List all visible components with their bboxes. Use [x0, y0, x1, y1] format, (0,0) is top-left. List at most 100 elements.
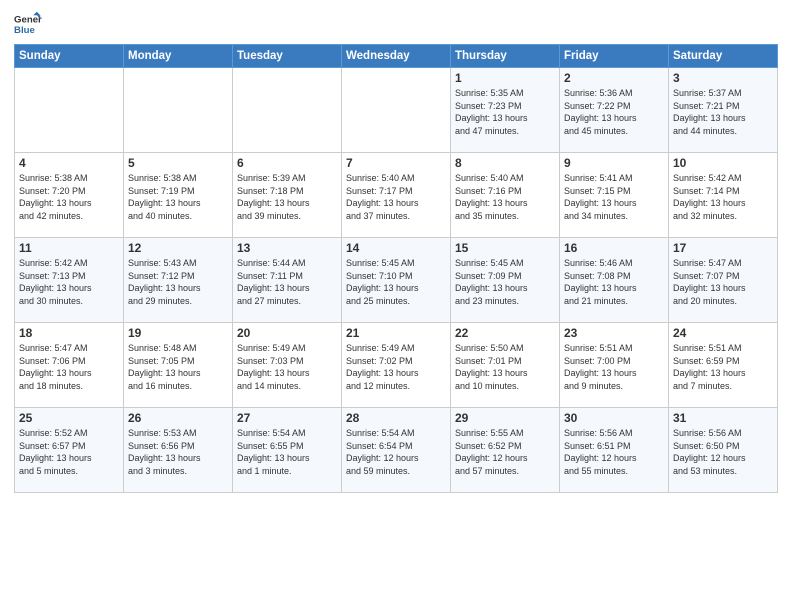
day-cell — [124, 68, 233, 153]
day-cell: 13Sunrise: 5:44 AMSunset: 7:11 PMDayligh… — [233, 238, 342, 323]
day-info: and 39 minutes. — [237, 210, 337, 223]
day-info: Sunrise: 5:42 AM — [673, 172, 773, 185]
day-number: 14 — [346, 241, 446, 255]
day-cell: 22Sunrise: 5:50 AMSunset: 7:01 PMDayligh… — [451, 323, 560, 408]
col-header-sunday: Sunday — [15, 45, 124, 68]
col-header-monday: Monday — [124, 45, 233, 68]
day-info: Sunrise: 5:43 AM — [128, 257, 228, 270]
day-info: Sunset: 6:50 PM — [673, 440, 773, 453]
day-cell: 5Sunrise: 5:38 AMSunset: 7:19 PMDaylight… — [124, 153, 233, 238]
day-info: and 3 minutes. — [128, 465, 228, 478]
calendar-table: SundayMondayTuesdayWednesdayThursdayFrid… — [14, 44, 778, 493]
logo-icon: General Blue — [14, 10, 42, 38]
day-cell: 18Sunrise: 5:47 AMSunset: 7:06 PMDayligh… — [15, 323, 124, 408]
day-info: Sunset: 7:08 PM — [564, 270, 664, 283]
day-info: Daylight: 13 hours — [128, 367, 228, 380]
day-info: Sunrise: 5:35 AM — [455, 87, 555, 100]
day-info: Sunrise: 5:50 AM — [455, 342, 555, 355]
day-cell: 12Sunrise: 5:43 AMSunset: 7:12 PMDayligh… — [124, 238, 233, 323]
day-info: Sunrise: 5:42 AM — [19, 257, 119, 270]
day-number: 29 — [455, 411, 555, 425]
day-info: Sunset: 7:20 PM — [19, 185, 119, 198]
day-info: Sunset: 7:03 PM — [237, 355, 337, 368]
day-cell: 10Sunrise: 5:42 AMSunset: 7:14 PMDayligh… — [669, 153, 778, 238]
day-cell: 21Sunrise: 5:49 AMSunset: 7:02 PMDayligh… — [342, 323, 451, 408]
day-info: Sunrise: 5:54 AM — [237, 427, 337, 440]
day-info: and 53 minutes. — [673, 465, 773, 478]
day-info: Sunrise: 5:51 AM — [564, 342, 664, 355]
day-info: and 21 minutes. — [564, 295, 664, 308]
day-number: 20 — [237, 326, 337, 340]
day-info: Sunrise: 5:47 AM — [673, 257, 773, 270]
day-info: and 37 minutes. — [346, 210, 446, 223]
day-info: Sunset: 7:12 PM — [128, 270, 228, 283]
day-info: Sunset: 7:19 PM — [128, 185, 228, 198]
day-info: Daylight: 13 hours — [237, 197, 337, 210]
day-info: and 34 minutes. — [564, 210, 664, 223]
day-cell — [233, 68, 342, 153]
day-cell: 3Sunrise: 5:37 AMSunset: 7:21 PMDaylight… — [669, 68, 778, 153]
day-info: and 45 minutes. — [564, 125, 664, 138]
day-info: Sunset: 6:51 PM — [564, 440, 664, 453]
day-info: Daylight: 12 hours — [673, 452, 773, 465]
day-info: and 57 minutes. — [455, 465, 555, 478]
week-row-1: 1Sunrise: 5:35 AMSunset: 7:23 PMDaylight… — [15, 68, 778, 153]
day-info: Sunrise: 5:45 AM — [455, 257, 555, 270]
day-number: 5 — [128, 156, 228, 170]
day-info: Sunset: 7:09 PM — [455, 270, 555, 283]
day-cell: 29Sunrise: 5:55 AMSunset: 6:52 PMDayligh… — [451, 408, 560, 493]
day-info: Sunset: 7:16 PM — [455, 185, 555, 198]
day-info: and 40 minutes. — [128, 210, 228, 223]
day-info: Sunrise: 5:44 AM — [237, 257, 337, 270]
header-row: SundayMondayTuesdayWednesdayThursdayFrid… — [15, 45, 778, 68]
day-info: and 10 minutes. — [455, 380, 555, 393]
day-info: Sunrise: 5:56 AM — [564, 427, 664, 440]
week-row-5: 25Sunrise: 5:52 AMSunset: 6:57 PMDayligh… — [15, 408, 778, 493]
day-info: Daylight: 13 hours — [673, 367, 773, 380]
day-info: and 55 minutes. — [564, 465, 664, 478]
day-info: Daylight: 13 hours — [455, 197, 555, 210]
day-info: Daylight: 13 hours — [564, 197, 664, 210]
day-info: and 30 minutes. — [19, 295, 119, 308]
day-info: Sunset: 6:55 PM — [237, 440, 337, 453]
day-info: Sunset: 7:11 PM — [237, 270, 337, 283]
day-info: Daylight: 13 hours — [237, 282, 337, 295]
day-info: Sunset: 7:07 PM — [673, 270, 773, 283]
day-info: Daylight: 13 hours — [455, 112, 555, 125]
day-info: Daylight: 13 hours — [673, 112, 773, 125]
day-info: and 5 minutes. — [19, 465, 119, 478]
day-cell: 11Sunrise: 5:42 AMSunset: 7:13 PMDayligh… — [15, 238, 124, 323]
week-row-2: 4Sunrise: 5:38 AMSunset: 7:20 PMDaylight… — [15, 153, 778, 238]
svg-text:Blue: Blue — [14, 25, 35, 36]
col-header-friday: Friday — [560, 45, 669, 68]
day-info: Daylight: 13 hours — [346, 367, 446, 380]
day-info: Sunrise: 5:37 AM — [673, 87, 773, 100]
day-number: 3 — [673, 71, 773, 85]
day-info: Sunrise: 5:54 AM — [346, 427, 446, 440]
day-info: and 14 minutes. — [237, 380, 337, 393]
day-info: Daylight: 13 hours — [455, 367, 555, 380]
day-cell: 7Sunrise: 5:40 AMSunset: 7:17 PMDaylight… — [342, 153, 451, 238]
day-cell: 19Sunrise: 5:48 AMSunset: 7:05 PMDayligh… — [124, 323, 233, 408]
day-number: 2 — [564, 71, 664, 85]
day-info: and 35 minutes. — [455, 210, 555, 223]
day-info: Sunrise: 5:39 AM — [237, 172, 337, 185]
day-cell: 9Sunrise: 5:41 AMSunset: 7:15 PMDaylight… — [560, 153, 669, 238]
day-info: Sunset: 7:15 PM — [564, 185, 664, 198]
day-number: 15 — [455, 241, 555, 255]
day-cell: 20Sunrise: 5:49 AMSunset: 7:03 PMDayligh… — [233, 323, 342, 408]
day-info: Sunrise: 5:45 AM — [346, 257, 446, 270]
day-info: Daylight: 13 hours — [19, 452, 119, 465]
day-cell: 26Sunrise: 5:53 AMSunset: 6:56 PMDayligh… — [124, 408, 233, 493]
day-info: Sunset: 6:52 PM — [455, 440, 555, 453]
day-info: Sunrise: 5:53 AM — [128, 427, 228, 440]
day-number: 6 — [237, 156, 337, 170]
day-cell: 17Sunrise: 5:47 AMSunset: 7:07 PMDayligh… — [669, 238, 778, 323]
day-info: and 25 minutes. — [346, 295, 446, 308]
day-cell: 27Sunrise: 5:54 AMSunset: 6:55 PMDayligh… — [233, 408, 342, 493]
day-cell: 24Sunrise: 5:51 AMSunset: 6:59 PMDayligh… — [669, 323, 778, 408]
day-info: Sunset: 7:18 PM — [237, 185, 337, 198]
day-number: 7 — [346, 156, 446, 170]
day-info: and 44 minutes. — [673, 125, 773, 138]
day-info: Sunrise: 5:41 AM — [564, 172, 664, 185]
